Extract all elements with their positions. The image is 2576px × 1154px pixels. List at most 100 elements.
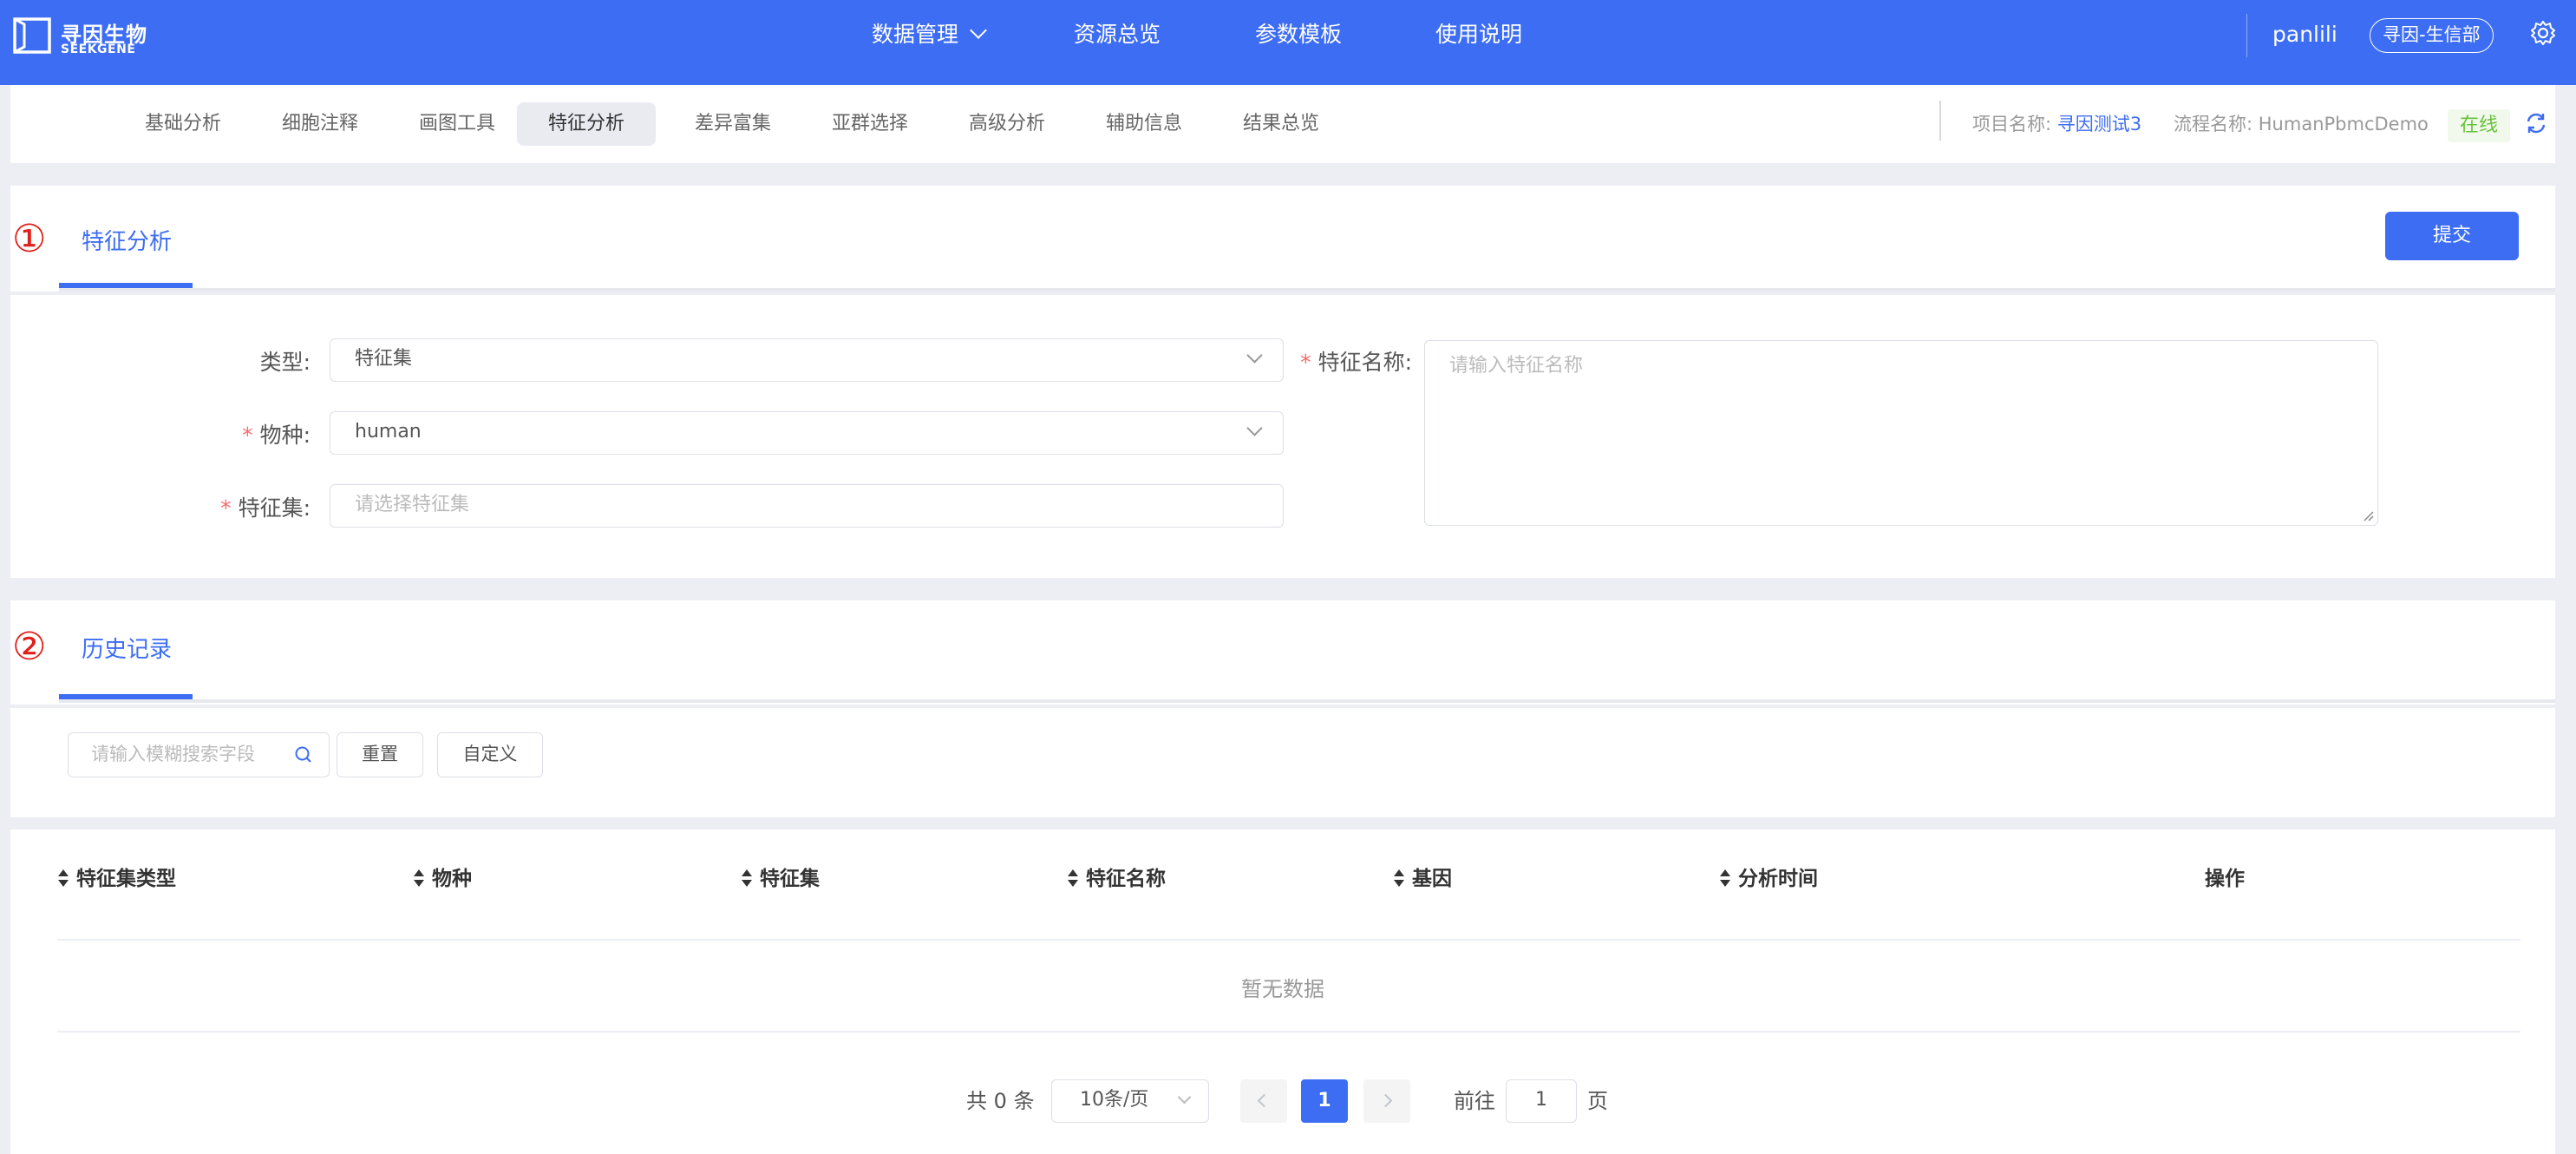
project-name-label: 项目名称: [1972,114,2052,134]
sort-icon [1394,869,1404,887]
reset-button[interactable]: 重置 [337,732,423,777]
project-name: 项目名称: 寻因测试3 [1972,102,2141,146]
total-suffix: 条 [1013,1089,1035,1113]
total-count: 0 [993,1089,1007,1113]
tab-subgroup-selection[interactable]: 亚群选择 [810,102,930,146]
logo-icon [13,17,51,54]
tab-feature-analysis[interactable]: 特征分析 [517,102,656,146]
feature-name-label: * 特征名称: [1300,350,1412,375]
column-header-label: 基因 [1412,868,1452,890]
species-label: * 物种: [242,423,311,448]
feature-analysis-form: 类型: 特征集 * 物种: human * 特征集: 请选择特征集 * 特征名称: 请… [10,295,2555,578]
column-header-feature-name[interactable]: 特征名称 [1067,866,1166,892]
page-size-select[interactable]: 10条/页 [1051,1079,1209,1123]
prev-page-button[interactable] [1240,1079,1287,1123]
chevron-right-icon [1378,1093,1393,1108]
nav-data-management-label: 数据管理 [872,22,959,47]
type-select[interactable]: 特征集 [330,338,1284,382]
column-header-gene[interactable]: 基因 [1393,866,1452,892]
featureset-label-text: 特征集: [238,495,311,521]
tab-basic-analysis[interactable]: 基础分析 [123,102,243,146]
goto-page-input[interactable]: 1 [1506,1079,1577,1123]
tab-advanced-analysis[interactable]: 高级分析 [947,102,1067,146]
nav-resource-overview[interactable]: 资源总览 [1074,0,1161,85]
username[interactable]: panlili [2272,0,2337,69]
history-toolbar: 请输入模糊搜索字段 重置 自定义 [10,708,2555,817]
column-header-label: 特征集类型 [76,868,176,890]
nav-param-template[interactable]: 参数模板 [1255,0,1342,85]
goto-label: 前往 [1454,1089,1495,1113]
section-number-1: ① [12,217,47,261]
column-header-label: 物种 [432,868,472,890]
sort-icon [1068,869,1078,887]
featureset-label: * 特征集: [220,495,311,521]
column-header-featureset[interactable]: 特征集 [741,866,820,892]
department-badge[interactable]: 寻因-生信部 [2370,18,2494,53]
table-header-rule [57,939,2520,941]
search-input[interactable]: 请输入模糊搜索字段 [68,732,330,777]
column-header-species[interactable]: 物种 [413,866,472,892]
column-header-label: 特征集 [760,868,820,890]
column-header-featureset-type[interactable]: 特征集类型 [57,866,176,892]
column-header-analysis-time[interactable]: 分析时间 [1719,866,1818,892]
empty-state-text: 暂无数据 [1241,977,1324,1001]
feature-name-placeholder: 请输入特征名称 [1449,355,1584,377]
type-label: 类型: [259,350,311,375]
sort-icon [1720,869,1730,887]
sort-icon [742,869,752,887]
flow-name-label: 流程名称: [2174,114,2253,134]
flow-name-value: HumanPbmcDemo [2258,114,2429,134]
featureset-select[interactable]: 请选择特征集 [330,484,1284,528]
history-table: 特征集类型 物种 特征集 特征名称 基因 分析时间 操作 暂无数据 共 0 条 … [10,829,2555,1154]
feature-analysis-header: ① 特征分析 提交 [10,186,2555,292]
project-name-value[interactable]: 寻因测试3 [2057,114,2141,134]
resize-handle-icon[interactable] [2362,509,2374,521]
type-value: 特征集 [355,348,413,370]
species-select[interactable]: human [330,411,1284,455]
nav-user-guide[interactable]: 使用说明 [1435,0,1522,85]
page-number-current[interactable]: 1 [1301,1079,1348,1123]
customize-button[interactable]: 自定义 [437,732,543,777]
page-suffix: 页 [1587,1089,1608,1113]
top-navbar: 寻因生物 SEEKGENE 数据管理 资源总览 参数模板 使用说明 panlil… [0,0,2576,85]
feature-name-textarea[interactable]: 请输入特征名称 [1424,340,2378,526]
tab-result-overview[interactable]: 结果总览 [1221,102,1341,146]
section-rule [59,699,2555,703]
species-value: human [355,421,422,443]
tab-plot-tools[interactable]: 画图工具 [397,102,517,146]
section-rule [59,288,2555,292]
section-title-history[interactable]: 历史记录 [82,632,172,664]
column-header-actions: 操作 [2205,868,2245,890]
nav-data-management[interactable]: 数据管理 [872,0,987,85]
status-badge: 在线 [2448,109,2511,142]
chevron-down-icon [970,22,987,39]
pagination-total: 共 0 条 [966,1079,1035,1123]
page-size-value: 10条/页 [1080,1089,1149,1111]
chevron-down-icon [1246,347,1263,364]
tab-diff-enrichment[interactable]: 差异富集 [673,102,793,146]
column-header-label: 特征名称 [1086,868,1166,890]
navbar-divider [2246,14,2247,57]
flow-name: 流程名称: HumanPbmcDemo [2174,102,2429,146]
feature-name-label-text: 特征名称: [1317,350,1412,375]
chevron-down-icon [1177,1090,1192,1105]
species-label-text: 物种: [259,423,311,448]
chevron-left-icon [1257,1093,1272,1108]
section-title-feature-analysis[interactable]: 特征分析 [82,224,172,256]
refresh-icon[interactable] [2524,111,2548,135]
column-header-label: 分析时间 [1738,868,1818,890]
next-page-button[interactable] [1363,1079,1410,1123]
analysis-tabs: 基础分析 细胞注释 画图工具 特征分析 差异富集 亚群选择 高级分析 辅助信息 … [10,85,2555,163]
history-header: ② 历史记录 [10,600,2555,705]
search-icon[interactable] [293,744,314,765]
table-bottom-rule [57,1031,2520,1033]
tabbar-divider [1939,101,1941,141]
brand-logo[interactable]: 寻因生物 SEEKGENE [12,16,151,69]
tab-auxiliary-info[interactable]: 辅助信息 [1084,102,1204,146]
tab-cell-annotation[interactable]: 细胞注释 [260,102,380,146]
sort-icon [414,869,424,887]
gear-icon[interactable] [2529,19,2557,47]
sort-icon [58,869,69,887]
chevron-down-icon [1246,420,1263,436]
submit-button[interactable]: 提交 [2385,212,2519,260]
